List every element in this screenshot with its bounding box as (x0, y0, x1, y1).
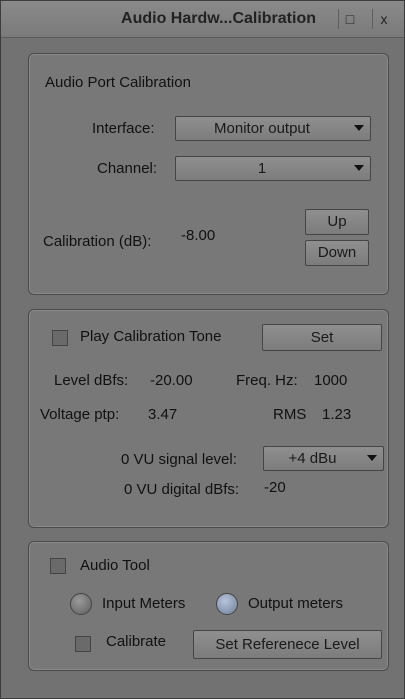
input-meters-label: Input Meters (102, 595, 186, 612)
vu-signal-level-value: +4 dBu (288, 450, 337, 467)
voltage-ptp-value: 3.47 (148, 406, 178, 423)
audio-tool-label: Audio Tool (80, 557, 150, 574)
calibration-tone-panel: Play Calibration Tone Set Level dBfs: -2… (28, 309, 389, 528)
title-bar[interactable]: Audio Hardw...Calibration □ x (1, 1, 404, 38)
vu-signal-level-label: 0 VU signal level: (121, 451, 237, 468)
channel-value: 1 (257, 160, 267, 177)
channel-label: Channel: (97, 160, 158, 177)
restore-icon[interactable]: □ (338, 9, 361, 29)
interface-value: Monitor output (214, 120, 310, 137)
calibration-db-value: -8.00 (181, 227, 216, 244)
audio-port-calibration-panel: Audio Port Calibration Interface: Monito… (28, 53, 389, 295)
audio-tool-checkbox[interactable] (50, 558, 66, 574)
rms-value: 1.23 (322, 406, 352, 423)
vu-digital-dbfs-label: 0 VU digital dBfs: (124, 481, 240, 498)
chevron-down-icon (367, 455, 377, 461)
calibration-window: Audio Hardw...Calibration □ x Audio Port… (0, 0, 405, 699)
vu-signal-level-dropdown[interactable]: +4 dBu (263, 446, 384, 471)
level-dbfs-label: Level dBfs: (54, 372, 129, 389)
voltage-ptp-label: Voltage ptp: (40, 406, 120, 423)
up-button[interactable]: Up (305, 209, 369, 235)
input-meters-radio[interactable] (70, 593, 92, 615)
set-reference-level-button[interactable]: Set Referenece Level (193, 630, 382, 659)
play-calibration-tone-label: Play Calibration Tone (80, 328, 222, 345)
calibration-db-label: Calibration (dB): (43, 233, 152, 250)
vu-digital-dbfs-value: -20 (264, 479, 286, 496)
channel-dropdown[interactable]: 1 (175, 156, 371, 181)
calibrate-checkbox[interactable] (75, 636, 91, 652)
freq-hz-value: 1000 (314, 372, 348, 389)
rms-label: RMS (273, 406, 307, 423)
calibrate-label: Calibrate (106, 633, 167, 650)
output-meters-label: Output meters (248, 595, 344, 612)
window-title: Audio Hardw...Calibration (121, 10, 316, 27)
close-icon[interactable]: x (372, 9, 395, 29)
interface-label: Interface: (92, 120, 155, 137)
down-button[interactable]: Down (305, 240, 369, 266)
output-meters-radio[interactable] (216, 593, 238, 615)
interface-dropdown[interactable]: Monitor output (175, 116, 371, 141)
chevron-down-icon (354, 125, 364, 131)
freq-hz-label: Freq. Hz: (236, 372, 298, 389)
audio-tool-panel: Audio Tool Input Meters Output meters Ca… (28, 541, 389, 671)
play-calibration-tone-checkbox[interactable] (52, 330, 68, 346)
level-dbfs-value: -20.00 (150, 372, 193, 389)
audio-port-calibration-heading: Audio Port Calibration (45, 74, 191, 91)
set-tone-button[interactable]: Set (262, 324, 382, 351)
chevron-down-icon (354, 165, 364, 171)
